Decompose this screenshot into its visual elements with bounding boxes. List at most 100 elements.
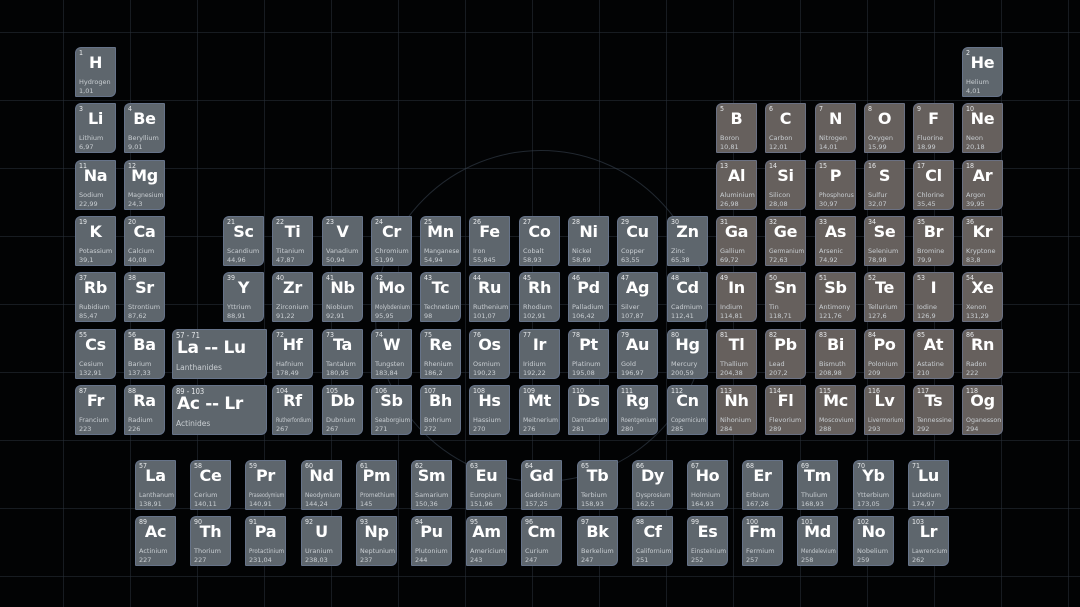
element-tile-ta[interactable]: 73 Ta Tantalum 180,95 [322,329,363,379]
element-tile-ga[interactable]: 31 Ga Gallium 69,72 [716,216,757,266]
element-tile-cs[interactable]: 55 Cs Cesium 132,91 [75,329,116,379]
lanthanides-placeholder[interactable]: 57 - 71 La -- Lu Lanthanides [172,329,267,379]
element-tile-ds[interactable]: 110 Ds Darmstadium 281 [568,385,609,435]
element-tile-fr[interactable]: 87 Fr Francium 223 [75,385,116,435]
element-tile-cl[interactable]: 17 Cl Chlorine 35,45 [913,160,954,210]
element-tile-pr[interactable]: 59 Pr Praseodymium 140,91 [245,460,286,510]
element-tile-cd[interactable]: 48 Cd Cadmium 112,41 [667,272,708,322]
element-tile-y[interactable]: 39 Y Yttrium 88,91 [223,272,264,322]
element-tile-ba[interactable]: 56 Ba Barium 137,33 [124,329,165,379]
element-tile-in[interactable]: 49 In Indium 114,81 [716,272,757,322]
element-tile-o[interactable]: 8 O Oxygen 15,99 [864,103,905,153]
element-tile-lr[interactable]: 103 Lr Lawrencium 262 [908,516,949,566]
element-tile-c[interactable]: 6 C Carbon 12,01 [765,103,806,153]
element-tile-re[interactable]: 75 Re Rhenium 186,2 [420,329,461,379]
element-tile-ag[interactable]: 47 Ag Silver 107,87 [617,272,658,322]
element-tile-po[interactable]: 84 Po Polonium 209 [864,329,905,379]
element-tile-pa[interactable]: 91 Pa Protactinium 231,04 [245,516,286,566]
element-tile-hf[interactable]: 72 Hf Hafnium 178,49 [272,329,313,379]
element-tile-og[interactable]: 118 Og Oganesson 294 [962,385,1003,435]
element-tile-fe[interactable]: 26 Fe Iron 55,845 [469,216,510,266]
element-tile-rh[interactable]: 45 Rh Rhodium 102,91 [519,272,560,322]
element-tile-ru[interactable]: 44 Ru Ruthenium 101,07 [469,272,510,322]
element-tile-fm[interactable]: 100 Fm Fermium 257 [742,516,783,566]
element-tile-b[interactable]: 5 B Boron 10,81 [716,103,757,153]
element-tile-cu[interactable]: 29 Cu Copper 63,55 [617,216,658,266]
element-tile-si[interactable]: 14 Si Silicon 28,08 [765,160,806,210]
element-tile-am[interactable]: 95 Am Americium 243 [466,516,507,566]
element-tile-dy[interactable]: 66 Dy Dysprosium 162,5 [632,460,673,510]
element-tile-h[interactable]: 1 H Hydrogen 1,01 [75,47,116,97]
element-tile-lu[interactable]: 71 Lu Lutetium 174,97 [908,460,949,510]
element-tile-er[interactable]: 68 Er Erbium 167,26 [742,460,783,510]
element-tile-ca[interactable]: 20 Ca Calcium 40,08 [124,216,165,266]
element-tile-tb[interactable]: 65 Tb Terbium 158,93 [577,460,618,510]
element-tile-os[interactable]: 76 Os Osmium 190,23 [469,329,510,379]
element-tile-be[interactable]: 4 Be Beryllium 9,01 [124,103,165,153]
element-tile-ts[interactable]: 117 Ts Tennessine 292 [913,385,954,435]
element-tile-mn[interactable]: 25 Mn Manganese 54,94 [420,216,461,266]
element-tile-lv[interactable]: 116 Lv Livermorium 293 [864,385,905,435]
element-tile-md[interactable]: 101 Md Mendelevium 258 [797,516,838,566]
element-tile-zr[interactable]: 40 Zr Zirconium 91,22 [272,272,313,322]
element-tile-ne[interactable]: 10 Ne Neon 20,18 [962,103,1003,153]
element-tile-cm[interactable]: 96 Cm Curium 247 [521,516,562,566]
element-tile-li[interactable]: 3 Li Lithium 6,97 [75,103,116,153]
element-tile-br[interactable]: 35 Br Bromine 79,9 [913,216,954,266]
element-tile-at[interactable]: 85 At Astatine 210 [913,329,954,379]
element-tile-pm[interactable]: 61 Pm Promethium 145 [356,460,397,510]
element-tile-pu[interactable]: 94 Pu Plutonium 244 [411,516,452,566]
element-tile-th[interactable]: 90 Th Thorium 227 [190,516,231,566]
element-tile-f[interactable]: 9 F Fluorine 18,99 [913,103,954,153]
element-tile-au[interactable]: 79 Au Gold 196,97 [617,329,658,379]
element-tile-ge[interactable]: 32 Ge Germanium 72,63 [765,216,806,266]
element-tile-na[interactable]: 11 Na Sodium 22,99 [75,160,116,210]
element-tile-rn[interactable]: 86 Rn Radon 222 [962,329,1003,379]
element-tile-ti[interactable]: 22 Ti Titanium 47,87 [272,216,313,266]
element-tile-np[interactable]: 93 Np Neptunium 237 [356,516,397,566]
element-tile-fl[interactable]: 114 Fl Flevorium 289 [765,385,806,435]
element-tile-ir[interactable]: 77 Ir Iridium 192,22 [519,329,560,379]
element-tile-rf[interactable]: 104 Rf Rutherfordium 267 [272,385,313,435]
element-tile-bi[interactable]: 83 Bi Bismuth 208,98 [815,329,856,379]
element-tile-te[interactable]: 52 Te Tellurium 127,6 [864,272,905,322]
element-tile-pb[interactable]: 82 Pb Lead 207,2 [765,329,806,379]
element-tile-sm[interactable]: 62 Sm Samarium 150,36 [411,460,452,510]
element-tile-kr[interactable]: 36 Kr Kryptone 83,8 [962,216,1003,266]
element-tile-sb[interactable]: 51 Sb Antimony 121,76 [815,272,856,322]
element-tile-sb[interactable]: 106 Sb Seaborgium 271 [371,385,412,435]
element-tile-u[interactable]: 92 U Uranium 238,03 [301,516,342,566]
element-tile-pt[interactable]: 78 Pt Platinum 195,08 [568,329,609,379]
element-tile-no[interactable]: 102 No Nobelium 259 [853,516,894,566]
actinides-placeholder[interactable]: 89 - 103 Ac -- Lr Actinides [172,385,267,435]
element-tile-tl[interactable]: 81 Tl Thallium 204,38 [716,329,757,379]
element-tile-sc[interactable]: 21 Sc Scandium 44,96 [223,216,264,266]
element-tile-as[interactable]: 33 As Arsenic 74,92 [815,216,856,266]
element-tile-n[interactable]: 7 N Nitrogen 14,01 [815,103,856,153]
element-tile-i[interactable]: 53 I Iodine 126,9 [913,272,954,322]
element-tile-rb[interactable]: 37 Rb Rubidium 85,47 [75,272,116,322]
element-tile-ra[interactable]: 88 Ra Radium 226 [124,385,165,435]
element-tile-nd[interactable]: 60 Nd Neodymium 144,24 [301,460,342,510]
element-tile-s[interactable]: 16 S Sulfur 32,07 [864,160,905,210]
element-tile-cn[interactable]: 112 Cn Copernicium 285 [667,385,708,435]
element-tile-gd[interactable]: 64 Gd Gadolinium 157,25 [521,460,562,510]
element-tile-sn[interactable]: 50 Sn Tin 118,71 [765,272,806,322]
element-tile-cr[interactable]: 24 Cr Chromium 51,99 [371,216,412,266]
element-tile-ce[interactable]: 58 Ce Cerium 140,11 [190,460,231,510]
element-tile-mo[interactable]: 42 Mo Molybdenium 95,95 [371,272,412,322]
element-tile-zn[interactable]: 30 Zn Zinc 65,38 [667,216,708,266]
element-tile-ac[interactable]: 89 Ac Actinium 227 [135,516,176,566]
element-tile-tm[interactable]: 69 Tm Thulium 168,93 [797,460,838,510]
element-tile-db[interactable]: 105 Db Dubnium 267 [322,385,363,435]
element-tile-mt[interactable]: 109 Mt Meitnerium 276 [519,385,560,435]
element-tile-hg[interactable]: 80 Hg Mercury 200,59 [667,329,708,379]
element-tile-k[interactable]: 19 K Potassium 39,1 [75,216,116,266]
element-tile-cf[interactable]: 98 Cf Californium 251 [632,516,673,566]
element-tile-pd[interactable]: 46 Pd Palladium 106,42 [568,272,609,322]
element-tile-bk[interactable]: 97 Bk Berkelium 247 [577,516,618,566]
element-tile-mg[interactable]: 12 Mg Magnesium 24,3 [124,160,165,210]
element-tile-al[interactable]: 13 Al Aluminium 26,98 [716,160,757,210]
element-tile-he[interactable]: 2 He Helium 4,01 [962,47,1003,97]
element-tile-sr[interactable]: 38 Sr Strontium 87,62 [124,272,165,322]
